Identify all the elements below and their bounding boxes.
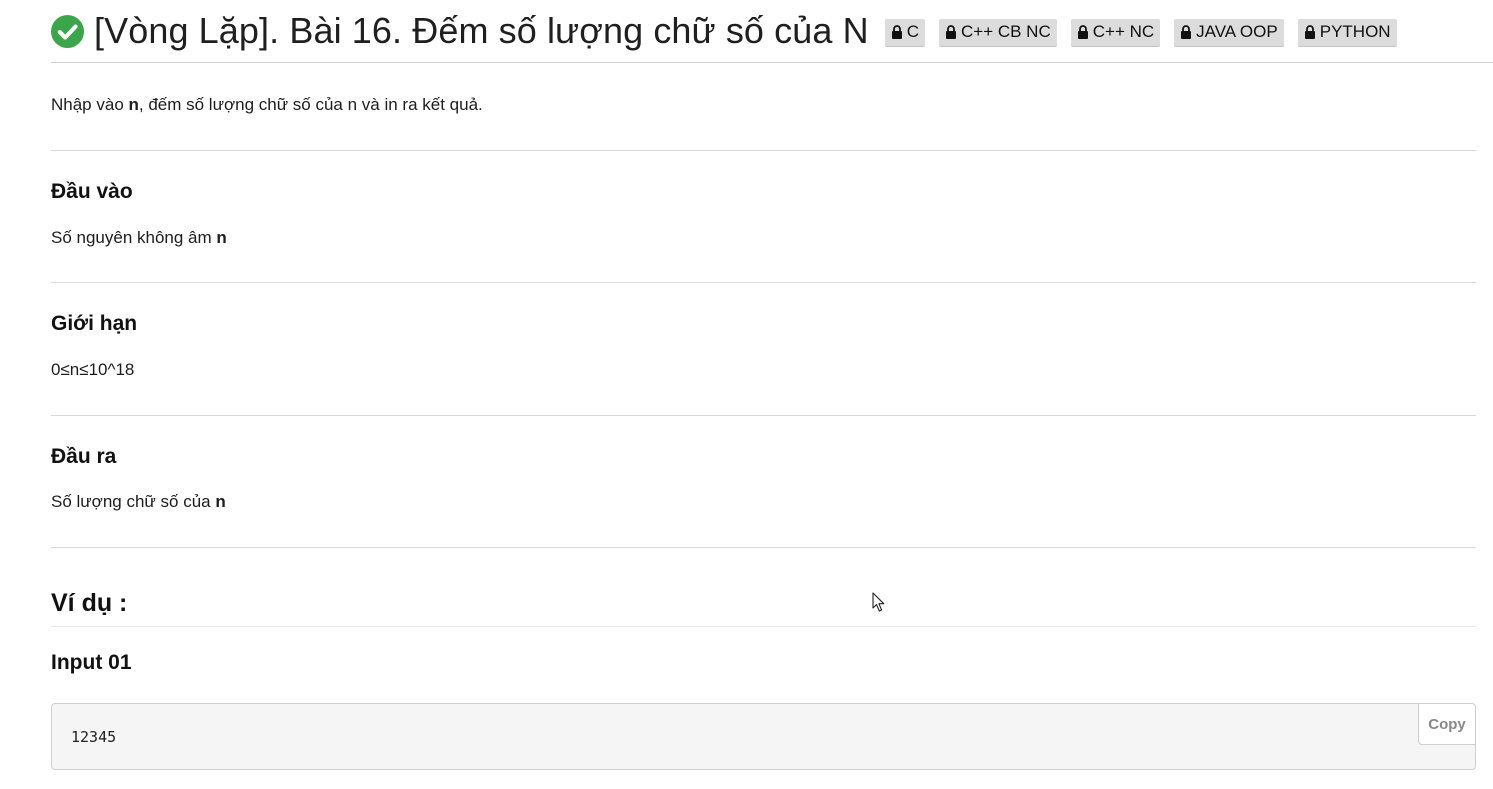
tag-label: C++ NC	[1092, 21, 1155, 41]
tag-cpp-nc[interactable]: C++ NC	[1070, 18, 1161, 46]
section-divider	[51, 547, 1476, 548]
input-example-label: Input 01	[51, 651, 132, 674]
section-divider	[51, 150, 1476, 151]
examples-heading: Ví dụ :	[51, 589, 128, 617]
lock-icon	[1304, 24, 1315, 39]
output-description: Số lượng chữ số của n	[51, 492, 226, 512]
input-example-box: 12345 Copy	[51, 703, 1476, 770]
tag-label: C++ CB NC	[960, 21, 1051, 41]
tag-label: PYTHON	[1319, 21, 1391, 41]
lock-icon	[1077, 24, 1088, 39]
tag-label: JAVA OOP	[1196, 21, 1278, 41]
copy-button[interactable]: Copy	[1418, 703, 1476, 745]
input-example-value: 12345	[71, 728, 117, 746]
output-var: n	[215, 492, 226, 511]
page-title: [Vòng Lặp]. Bài 16. Đếm số lượng chữ số …	[94, 10, 869, 51]
check-circle-icon	[51, 14, 84, 48]
output-text: Số lượng chữ số của	[51, 492, 216, 511]
problem-description: Nhập vào n, đếm số lượng chữ số của n và…	[51, 95, 483, 115]
section-divider	[51, 415, 1476, 416]
title-divider	[51, 62, 1493, 63]
output-heading: Đầu ra	[51, 445, 117, 468]
mouse-cursor-icon	[872, 592, 885, 612]
tag-label: C	[906, 21, 919, 41]
problem-header: [Vòng Lặp]. Bài 16. Đếm số lượng chữ số …	[51, 8, 1493, 54]
description-text: Nhập vào	[51, 95, 129, 114]
section-divider	[51, 282, 1476, 283]
lock-icon	[1181, 24, 1192, 39]
examples-divider	[51, 626, 1476, 627]
input-heading: Đầu vào	[51, 180, 133, 203]
limits-heading: Giới hạn	[51, 312, 138, 335]
input-text: Số nguyên không âm	[51, 228, 217, 247]
description-var: n	[128, 95, 139, 114]
limits-text: 0≤n≤10^18	[51, 360, 135, 379]
lock-icon	[945, 24, 956, 39]
description-text-rest: , đếm số lượng chữ số của n và in ra kết…	[138, 95, 483, 114]
input-description: Số nguyên không âm n	[51, 228, 227, 248]
language-tags: C C++ CB NC C++ NC JAVA OOP PYTHON	[884, 18, 1397, 46]
tag-java-oop[interactable]: JAVA OOP	[1174, 18, 1284, 46]
tag-c[interactable]: C	[884, 18, 925, 46]
tag-python[interactable]: PYTHON	[1297, 18, 1397, 46]
lock-icon	[891, 24, 902, 39]
tag-cpp-cb-nc[interactable]: C++ CB NC	[938, 18, 1057, 46]
input-var: n	[216, 228, 227, 247]
